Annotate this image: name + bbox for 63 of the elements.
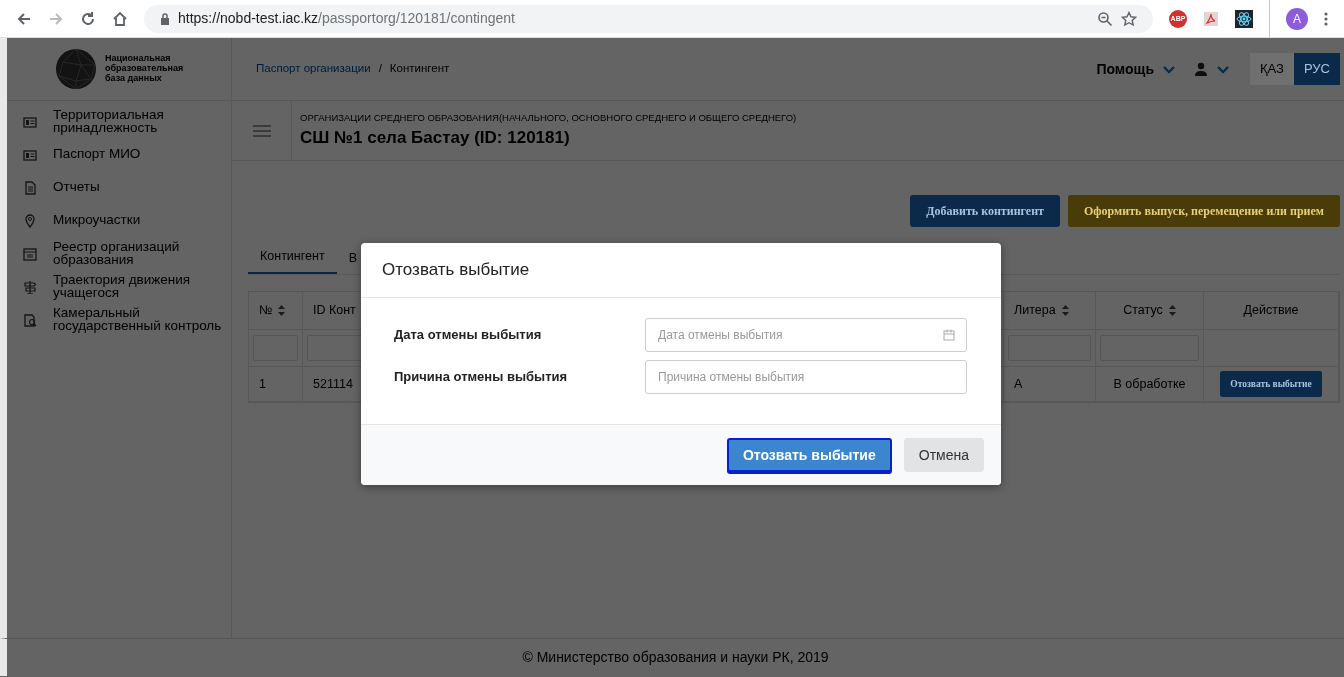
field-label: Причина отмены выбытия bbox=[394, 368, 569, 387]
modal-title: Отозвать выбытие bbox=[382, 259, 530, 282]
sidebar-item[interactable]: Территориальная принадлежность bbox=[53, 108, 223, 135]
document-search-icon bbox=[23, 312, 37, 327]
sidebar-item[interactable]: Траектория движения учащегося bbox=[53, 273, 223, 300]
column-header[interactable]: Литера bbox=[1014, 301, 1056, 320]
sidebar-item[interactable]: Паспорт МИО bbox=[53, 148, 141, 161]
tab[interactable]: Контингент bbox=[248, 241, 337, 274]
help-menu[interactable]: Помощь bbox=[1096, 58, 1154, 80]
breadcrumb-separator: / bbox=[378, 61, 382, 77]
back-icon[interactable] bbox=[16, 10, 32, 27]
chevron-down-icon[interactable] bbox=[1216, 64, 1230, 74]
organization-title: СШ №1 села Бастау (ID: 120181) bbox=[300, 126, 571, 149]
input-field[interactable]: Дата отмены выбытия bbox=[645, 318, 967, 352]
breadcrumb-current: Контингент bbox=[389, 61, 450, 77]
home-icon[interactable] bbox=[112, 10, 128, 27]
sidebar-item[interactable]: Микроучастки bbox=[53, 214, 141, 227]
menu-icon[interactable] bbox=[1324, 10, 1328, 27]
language-button[interactable]: РУС bbox=[1293, 53, 1340, 85]
row-action-button[interactable]: Отозвать выбытие bbox=[1220, 370, 1322, 398]
calendar-icon[interactable] bbox=[943, 329, 955, 341]
chevron-down-icon[interactable] bbox=[1162, 64, 1176, 74]
reload-icon[interactable] bbox=[80, 10, 96, 27]
logo-text: Национальная образовательная база данных bbox=[105, 54, 184, 84]
column-header[interactable]: № bbox=[259, 301, 273, 320]
column-header[interactable]: Действие bbox=[1243, 301, 1299, 320]
sort-icon[interactable] bbox=[278, 305, 286, 316]
table-cell-text: В обработке bbox=[1113, 375, 1186, 393]
sidebar-item[interactable]: Отчеты bbox=[53, 181, 100, 194]
action-button[interactable]: Оформить выпуск, перемещение или прием bbox=[1068, 195, 1340, 227]
profile-avatar[interactable]: A bbox=[1286, 7, 1308, 30]
id-card-icon bbox=[23, 147, 37, 162]
organization-type: ОРГАНИЗАЦИИ СРЕДНЕГО ОБРАЗОВАНИЯ(НАЧАЛЬНОГО, ОСНОВНОГО СРЕДНЕГО И ОБЩЕГО СРЕДНЕГО) bbox=[300, 110, 797, 125]
input-field[interactable]: Причина отмены выбытия bbox=[645, 360, 967, 394]
sort-icon[interactable] bbox=[1061, 305, 1069, 316]
pdf-icon[interactable] bbox=[1203, 10, 1219, 27]
zoom-icon[interactable] bbox=[1097, 10, 1113, 27]
atom-icon[interactable] bbox=[1235, 9, 1253, 28]
column-header[interactable]: Статус bbox=[1123, 301, 1163, 320]
action-button[interactable]: Добавить контингент bbox=[910, 195, 1060, 227]
table-cell-text: 1 bbox=[259, 375, 266, 393]
location-pin-icon bbox=[23, 213, 37, 228]
forward-icon[interactable] bbox=[48, 10, 64, 27]
sidebar-item[interactable]: Камеральный государственный контроль bbox=[53, 306, 223, 333]
sort-icon[interactable] bbox=[1168, 305, 1176, 316]
footer-text: © Министерство образования и науки РК, 2019 bbox=[522, 648, 829, 667]
document-icon bbox=[23, 180, 37, 195]
lock-icon bbox=[160, 12, 170, 25]
column-header[interactable]: ID Конт bbox=[313, 301, 356, 320]
breadcrumb-link[interactable]: Паспорт организации bbox=[256, 60, 371, 78]
sidebar-item[interactable]: Реестр организаций образования bbox=[53, 240, 223, 267]
language-button[interactable]: ҚАЗ bbox=[1250, 53, 1294, 85]
register-icon bbox=[23, 246, 37, 261]
modal-button[interactable]: Отмена bbox=[903, 438, 984, 472]
field-label: Дата отмены выбытия bbox=[394, 326, 543, 345]
modal-button[interactable]: Отозвать выбытие bbox=[726, 438, 892, 472]
signpost-icon bbox=[23, 279, 37, 294]
user-icon[interactable] bbox=[1194, 62, 1208, 76]
table-cell-text: А bbox=[1014, 375, 1023, 393]
globe-logo bbox=[55, 48, 97, 90]
star-icon[interactable] bbox=[1121, 10, 1137, 27]
id-card-icon bbox=[23, 114, 37, 129]
table-cell-text: 521114 bbox=[313, 375, 353, 393]
